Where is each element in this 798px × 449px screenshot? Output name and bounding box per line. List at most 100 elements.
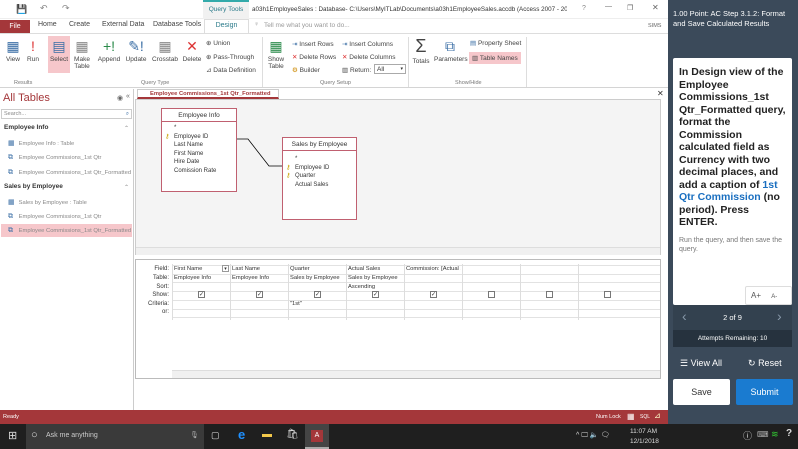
show-checkbox[interactable]: [604, 291, 611, 298]
pass-through-button[interactable]: ⊕ Pass-Through: [206, 53, 254, 61]
show-table-button[interactable]: ▦ Show Table: [266, 38, 286, 70]
sql-view-button[interactable]: SQL: [640, 414, 650, 420]
grid-cell-table[interactable]: Employee Info: [232, 275, 287, 281]
nav-item-query-selected[interactable]: ⧉ Employee Commissions_1st Qtr_Formatted: [1, 224, 132, 237]
make-table-button[interactable]: ▦ Make Table: [71, 38, 93, 70]
help-icon[interactable]: ?: [786, 428, 792, 439]
data-definition-button[interactable]: ⊿ Data Definition: [206, 66, 256, 74]
file-explorer-icon[interactable]: ▬: [262, 429, 272, 440]
view-button[interactable]: ▦ View: [3, 38, 23, 63]
nav-group-employee-info[interactable]: Employee Info: [4, 124, 48, 131]
tab-file[interactable]: File: [0, 20, 30, 33]
save-icon[interactable]: 💾: [16, 4, 27, 15]
field-item[interactable]: Last Name: [162, 141, 236, 150]
insert-rows-button[interactable]: ⇥ Insert Rows: [292, 40, 334, 48]
field-item[interactable]: *: [283, 155, 356, 164]
grid-horizontal-scrollbar[interactable]: [172, 370, 660, 378]
collapse-group-icon[interactable]: ⌃: [124, 184, 129, 191]
delete-columns-button[interactable]: ✕ Delete Columns: [342, 53, 396, 61]
accessibility-icon[interactable]: ⓘ: [743, 429, 752, 442]
totals-button[interactable]: Σ Totals: [410, 36, 432, 65]
tell-me-input[interactable]: Tell me what you want to do...: [264, 22, 350, 29]
tab-home[interactable]: Home: [38, 21, 57, 28]
nav-item-table[interactable]: ▦ Sales by Employee : Table: [8, 198, 87, 206]
close-document-icon[interactable]: ✕: [657, 89, 664, 98]
collapse-nav-icon[interactable]: «: [126, 93, 130, 100]
grid-cell-table[interactable]: Sales by Employee: [290, 275, 345, 281]
field-item[interactable]: Hire Date: [162, 158, 236, 167]
delete-button[interactable]: ✕ Delete: [181, 38, 203, 63]
builder-button[interactable]: ⚙ Builder: [292, 66, 320, 74]
tab-database-tools[interactable]: Database Tools: [153, 21, 201, 28]
property-sheet-button[interactable]: ▤ Property Sheet: [470, 39, 521, 47]
task-view-icon[interactable]: ▢: [211, 430, 220, 441]
nav-item-table[interactable]: ▦ Employee Info : Table: [8, 139, 74, 147]
show-checkbox[interactable]: ✓: [198, 291, 205, 298]
run-button[interactable]: ! Run: [24, 38, 42, 63]
field-item[interactable]: ⚷ Employee ID: [162, 133, 236, 142]
return-select[interactable]: All ▾: [374, 64, 406, 74]
tab-create[interactable]: Create: [69, 21, 90, 28]
tab-design[interactable]: Design: [204, 19, 249, 33]
field-item[interactable]: ⚷ Quarter: [283, 172, 356, 181]
update-button[interactable]: ✎! Update: [124, 38, 148, 63]
grid-cell-field[interactable]: Last Name: [232, 266, 287, 272]
show-checkbox[interactable]: [546, 291, 553, 298]
submit-button[interactable]: Submit: [736, 379, 793, 405]
datasheet-view-icon[interactable]: ▦: [627, 412, 635, 421]
system-tray-icons[interactable]: ^ 🖵 🔈 🗨: [576, 431, 609, 440]
table-box-sales-by-employee[interactable]: Sales by Employee * ⚷ Employee ID ⚷ Quarte…: [282, 137, 357, 220]
show-checkbox[interactable]: ✓: [314, 291, 321, 298]
table-names-button[interactable]: ▥ Table Names: [469, 52, 521, 64]
delete-rows-button[interactable]: ✕ Delete Rows: [292, 53, 336, 61]
increase-font-button[interactable]: A+: [751, 291, 761, 300]
edge-icon[interactable]: e: [238, 427, 245, 442]
horizontal-scrollbar[interactable]: [136, 247, 660, 255]
keyboard-icon[interactable]: ⌨: [757, 430, 769, 439]
minimize-button[interactable]: —: [605, 3, 612, 10]
grid-cell-field[interactable]: Quarter: [290, 266, 345, 272]
view-all-button[interactable]: ☰ View All: [680, 358, 722, 369]
grid-cell-field[interactable]: Actual Sales: [348, 266, 403, 272]
store-icon[interactable]: 🛍: [286, 429, 299, 440]
parameters-button[interactable]: ⧉ Parameters: [434, 38, 468, 63]
field-item[interactable]: Actual Sales: [283, 181, 356, 190]
nav-options-icon[interactable]: ◉: [117, 94, 123, 102]
decrease-font-button[interactable]: A-: [771, 294, 777, 300]
nav-item-query[interactable]: ⧉ Employee Commissions_1st Qtr_Formatted: [8, 169, 131, 177]
help-button[interactable]: ?: [582, 5, 586, 12]
nav-group-sales-by-employee[interactable]: Sales by Employee: [4, 183, 63, 190]
collapse-group-icon[interactable]: ⌃: [124, 125, 129, 132]
show-checkbox[interactable]: ✓: [256, 291, 263, 298]
show-checkbox[interactable]: ✓: [430, 291, 437, 298]
show-checkbox[interactable]: ✓: [372, 291, 379, 298]
cortana-search[interactable]: ○ Ask me anything 🎙: [26, 424, 204, 449]
restore-button[interactable]: ❐: [627, 4, 633, 12]
nav-item-query[interactable]: ⧉ Employee Commissions_1st Qtr: [8, 213, 101, 221]
undo-icon[interactable]: ↶: [40, 3, 48, 14]
tab-external-data[interactable]: External Data: [102, 21, 144, 28]
reset-button[interactable]: ↻ Reset: [748, 358, 782, 369]
field-dropdown-icon[interactable]: ▾: [222, 265, 229, 272]
next-arrow-icon[interactable]: ›: [777, 308, 782, 324]
grid-cell-field[interactable]: First Name: [174, 266, 229, 272]
grid-cell-criteria[interactable]: "1st": [290, 301, 345, 307]
nav-item-query[interactable]: ⧉ Employee Commissions_1st Qtr: [8, 154, 101, 162]
field-item[interactable]: Comission Rate: [162, 167, 236, 176]
grid-cell-sort[interactable]: Ascending: [348, 284, 403, 290]
table-box-employee-info[interactable]: Employee Info * ⚷ Employee ID Last Name F…: [161, 108, 237, 192]
field-item[interactable]: ⚷ Employee ID: [283, 164, 356, 173]
append-button[interactable]: +! Append: [96, 38, 122, 63]
grid-cell-table[interactable]: Sales by Employee: [348, 275, 403, 281]
field-item[interactable]: First Name: [162, 150, 236, 159]
close-button[interactable]: ✕: [652, 3, 659, 12]
design-view-icon[interactable]: ⊿: [654, 411, 661, 420]
windows-start-icon[interactable]: ⊞: [8, 429, 17, 442]
document-tab[interactable]: Employee Commissions_1st Qtr_Formatted: [137, 89, 279, 99]
nav-search-input[interactable]: Search... ⌕: [1, 109, 132, 119]
union-button[interactable]: ⊕ Union: [206, 39, 230, 47]
grid-cell-table[interactable]: Employee Info: [174, 275, 229, 281]
access-taskbar-button[interactable]: A: [305, 424, 329, 449]
insert-columns-button[interactable]: ⇥ Insert Columns: [342, 40, 393, 48]
redo-icon[interactable]: ↷: [62, 3, 70, 14]
